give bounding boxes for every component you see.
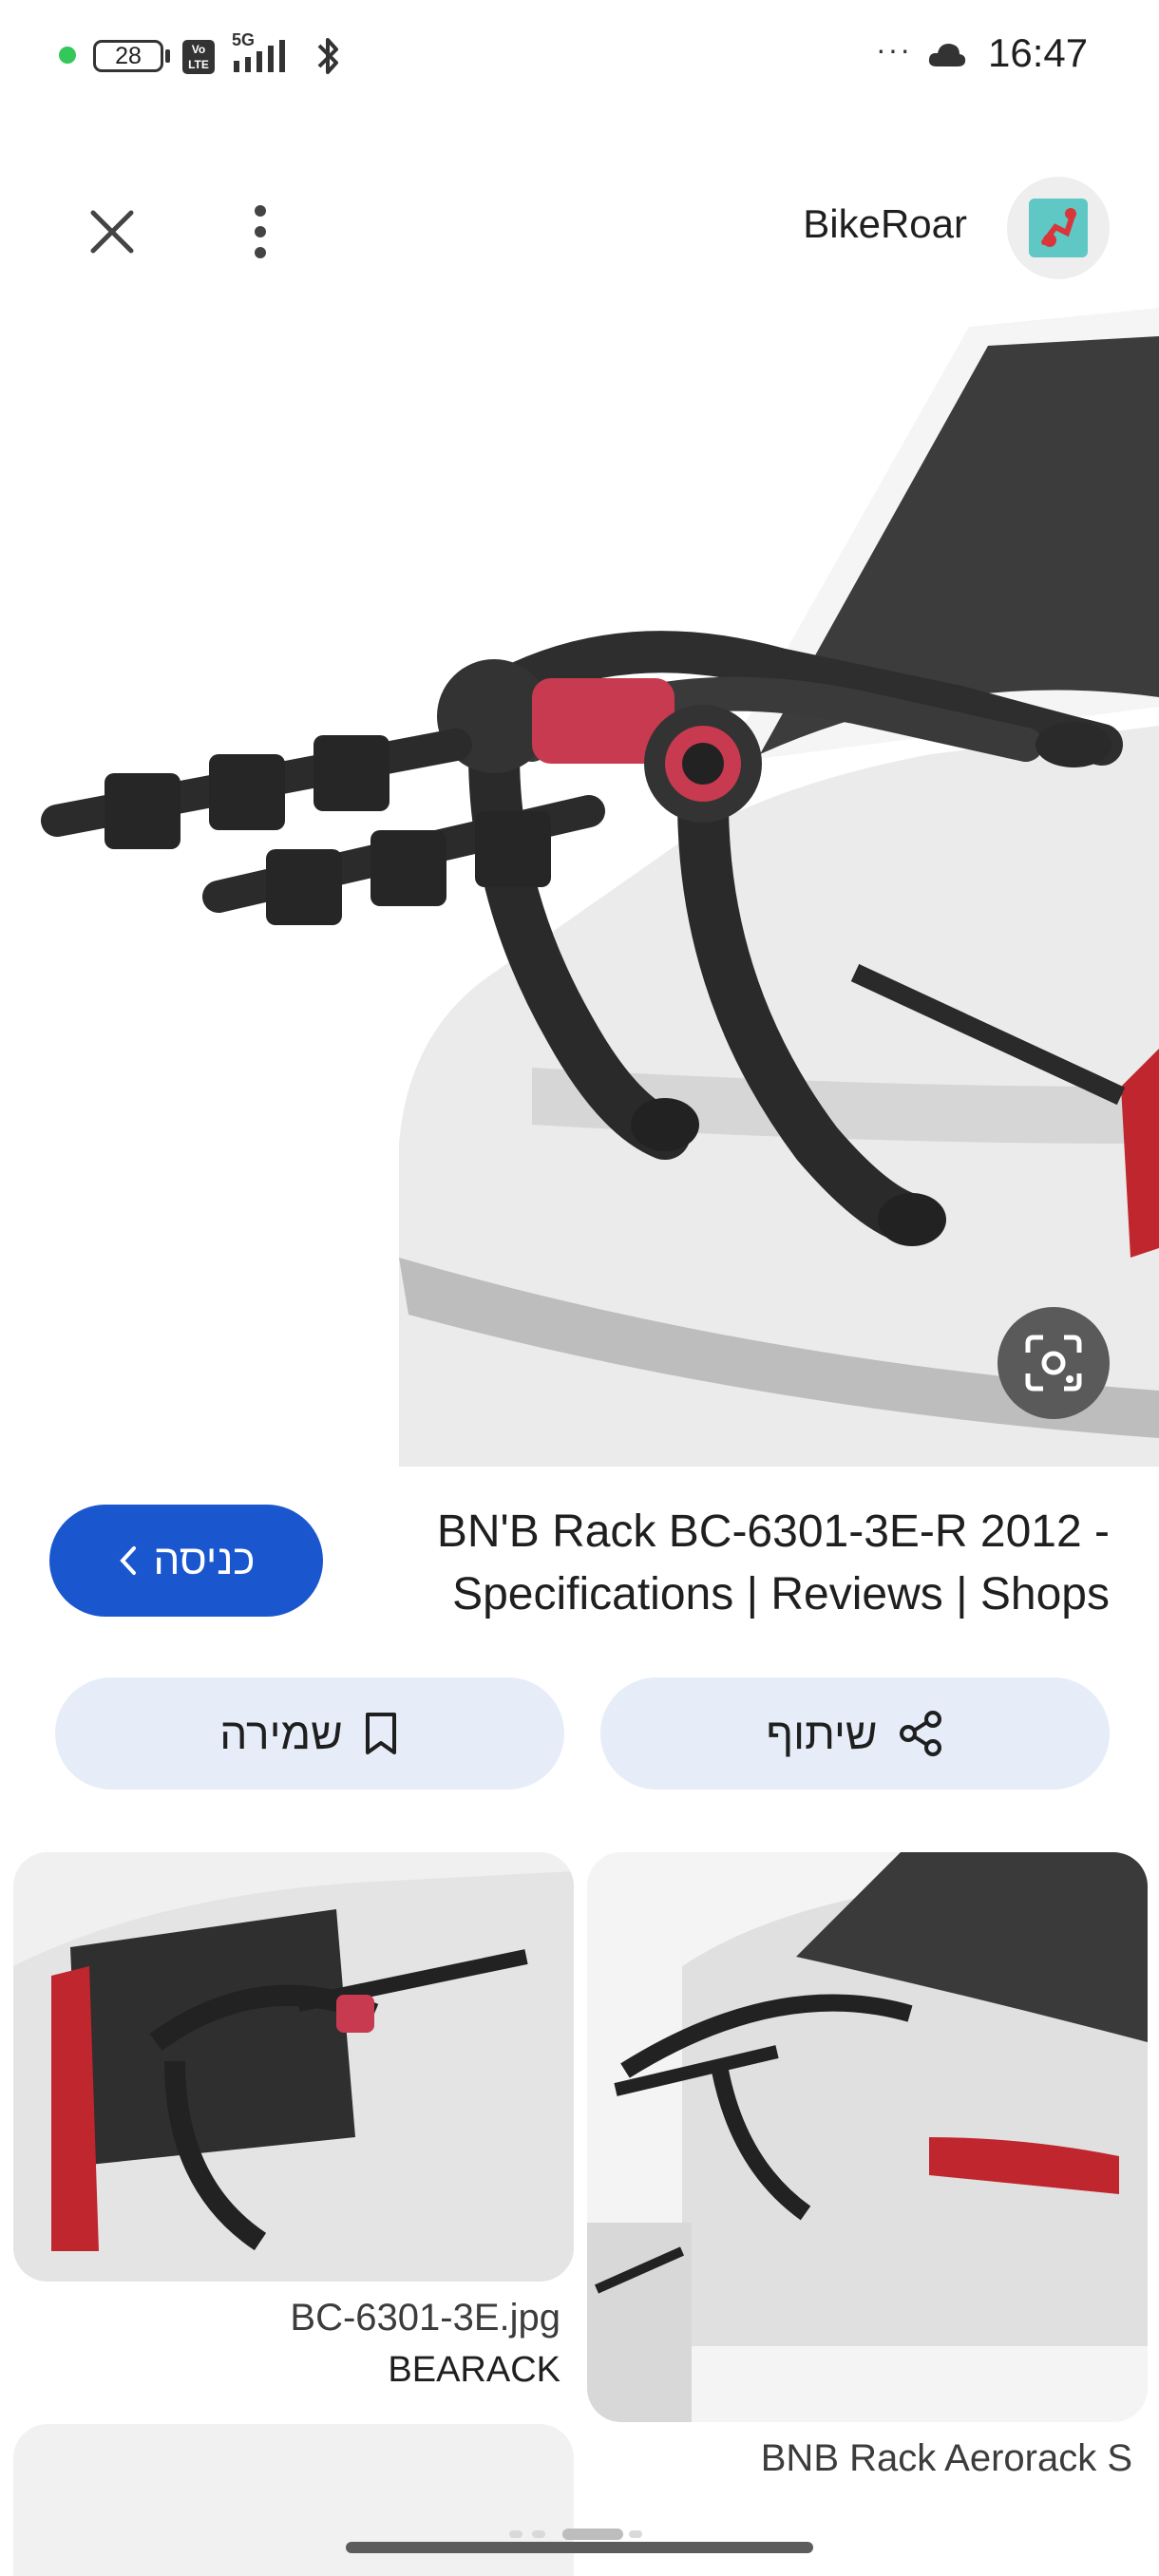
main-product-image[interactable] bbox=[0, 308, 1159, 1467]
site-name[interactable]: BikeRoar bbox=[803, 201, 967, 247]
related-image[interactable] bbox=[587, 1852, 1148, 2422]
home-indicator[interactable] bbox=[346, 2542, 813, 2553]
battery-icon: 28 bbox=[93, 40, 163, 72]
related-image-placeholder[interactable] bbox=[13, 2424, 574, 2576]
related-image-source[interactable]: BEARACK bbox=[388, 2350, 560, 2391]
share-icon bbox=[899, 1711, 941, 1756]
page-title[interactable]: BN'B Rack BC-6301-3E-R 2012 - Specificat… bbox=[361, 1501, 1110, 1626]
bikeroar-logo-icon bbox=[1029, 199, 1088, 257]
close-button[interactable] bbox=[76, 196, 148, 268]
related-image-caption[interactable]: BC-6301-3E.jpg bbox=[290, 2297, 560, 2339]
more-notifications-icon: ··· bbox=[876, 32, 912, 66]
visit-button-label: כניסה bbox=[153, 1537, 256, 1583]
share-button-label: שיתוף bbox=[766, 1709, 878, 1758]
lens-search-button[interactable] bbox=[998, 1307, 1110, 1419]
save-button-label: שמירה bbox=[219, 1709, 343, 1758]
related-image[interactable] bbox=[13, 1852, 574, 2282]
more-options-button[interactable] bbox=[224, 196, 296, 268]
clock: 16:47 bbox=[988, 30, 1089, 75]
volte-icon: Vo LTE bbox=[182, 40, 215, 74]
visit-button[interactable]: כניסה bbox=[49, 1505, 323, 1617]
site-favicon[interactable] bbox=[1007, 177, 1110, 279]
chevron-left-icon bbox=[120, 1546, 137, 1575]
more-vert-icon bbox=[255, 205, 266, 258]
signal-icon bbox=[234, 40, 285, 72]
related-image-caption[interactable]: BNB Rack Aerorack S bbox=[761, 2437, 1132, 2480]
google-lens-icon bbox=[1025, 1335, 1082, 1392]
battery-tip bbox=[165, 49, 170, 63]
close-icon bbox=[90, 210, 134, 254]
status-bar: 28 Vo LTE 5G ··· 16:47 bbox=[0, 0, 1159, 114]
bookmark-icon bbox=[365, 1713, 396, 1754]
indicator-dot bbox=[59, 47, 76, 64]
bluetooth-icon bbox=[317, 38, 338, 74]
cloud-icon bbox=[928, 44, 966, 66]
scroll-indicator bbox=[509, 2529, 642, 2540]
share-button[interactable]: שיתוף bbox=[600, 1677, 1110, 1790]
save-button[interactable]: שמירה bbox=[55, 1677, 564, 1790]
